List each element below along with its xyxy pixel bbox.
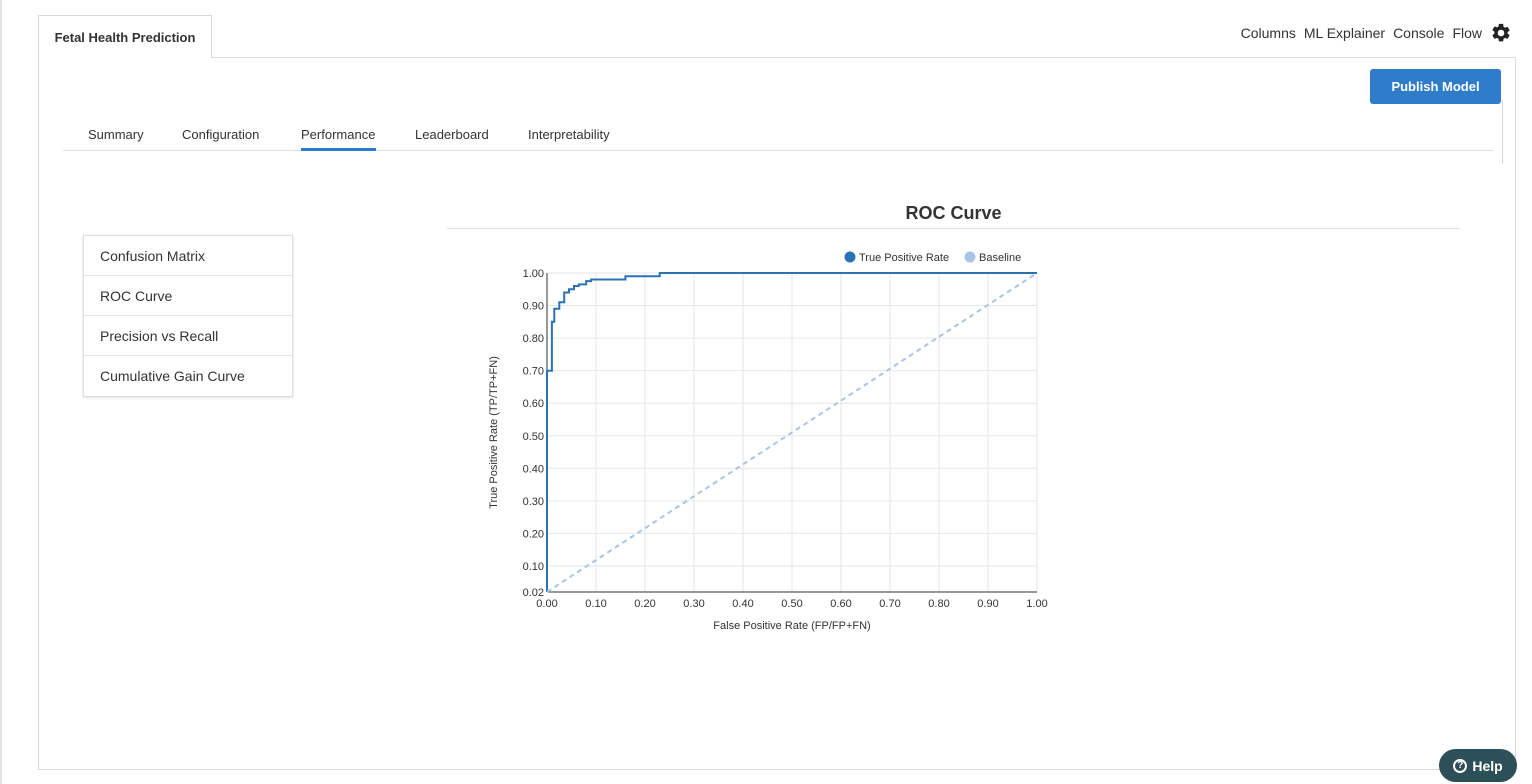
side-item-precision-vs-recall[interactable]: Precision vs Recall [84, 316, 292, 356]
gear-icon[interactable] [1490, 22, 1512, 44]
x-tick-label: 0.80 [928, 598, 949, 610]
question-icon: ? [1453, 758, 1468, 773]
y-tick-label: 0.90 [523, 301, 544, 313]
document-tab-title: Fetal Health Prediction [54, 30, 196, 45]
x-tick-label: 0.60 [830, 598, 851, 610]
legend-label: True Positive Rate [859, 252, 949, 264]
y-tick-label: 0.40 [523, 463, 544, 475]
help-label: Help [1472, 757, 1503, 774]
y-tick-label: 0.50 [523, 431, 544, 443]
x-tick-label: 0.50 [781, 598, 802, 610]
side-item-label: Confusion Matrix [100, 248, 206, 264]
side-item-label: Precision vs Recall [100, 328, 219, 344]
y-tick-label: 1.00 [523, 268, 544, 280]
x-tick-label: 0.10 [585, 598, 606, 610]
document-tab[interactable]: Fetal Health Prediction [38, 15, 212, 58]
y-tick-label: 0.20 [523, 528, 544, 540]
chart-title: ROC Curve [905, 203, 1002, 223]
x-tick-label: 0.20 [634, 598, 655, 610]
tab-performance[interactable]: Performance [301, 127, 375, 142]
legend-marker [844, 251, 856, 263]
tab-leaderboard[interactable]: Leaderboard [415, 127, 489, 142]
x-tick-label: 1.00 [1026, 598, 1047, 610]
roc-chart: 0.00 0.10 0.20 0.30 0.40 0.50 0.60 0.70 0.80 0.90… [488, 251, 1048, 632]
side-item-label: Cumulative Gain Curve [100, 368, 245, 384]
y-tick-label: 0.60 [523, 398, 544, 410]
active-tab-indicator [301, 148, 376, 151]
tab-interpretability[interactable]: Interpretability [528, 127, 610, 142]
top-nav: Columns ML Explainer Console Flow [1233, 22, 1512, 44]
legend-label: Baseline [979, 252, 1021, 264]
x-axis-label: False Positive Rate (FP/FP+FN) [713, 620, 870, 632]
tab-configuration[interactable]: Configuration [182, 127, 259, 142]
publish-model-button[interactable]: Publish Model [1370, 69, 1501, 104]
help-button[interactable]: ? Help [1439, 749, 1517, 782]
tabs-divider [63, 150, 1494, 151]
y-tick-label: 0.30 [523, 496, 544, 508]
y-tick-label: 0.02 [523, 587, 544, 599]
tab-summary[interactable]: Summary [88, 127, 144, 142]
nav-console-link[interactable]: Console [1393, 25, 1444, 41]
x-tick-label: 0.70 [879, 598, 900, 610]
nav-columns-link[interactable]: Columns [1241, 25, 1296, 41]
y-tick-label: 0.80 [523, 333, 544, 345]
window-edge [0, 0, 2, 784]
side-item-cumulative-gain-curve[interactable]: Cumulative Gain Curve [84, 356, 292, 396]
scrollbar-track[interactable] [1502, 100, 1503, 164]
chart-title-divider [447, 228, 1460, 229]
performance-side-menu: Confusion Matrix ROC Curve Precision vs … [83, 235, 293, 397]
y-tick-label: 0.70 [523, 366, 544, 378]
nav-ml-explainer-link[interactable]: ML Explainer [1304, 25, 1385, 41]
side-item-label: ROC Curve [100, 288, 173, 304]
y-tick-label: 0.10 [523, 561, 544, 573]
y-axis-label: True Positive Rate (TP/TP+FN) [488, 356, 500, 509]
x-tick-label: 0.40 [732, 598, 753, 610]
x-tick-label: 0.30 [683, 598, 704, 610]
side-item-roc-curve[interactable]: ROC Curve [84, 276, 292, 316]
side-item-confusion-matrix[interactable]: Confusion Matrix [84, 236, 292, 276]
x-tick-label: 0.00 [536, 598, 557, 610]
x-tick-label: 0.90 [977, 598, 998, 610]
nav-flow-link[interactable]: Flow [1452, 25, 1482, 41]
legend-marker [964, 251, 976, 263]
